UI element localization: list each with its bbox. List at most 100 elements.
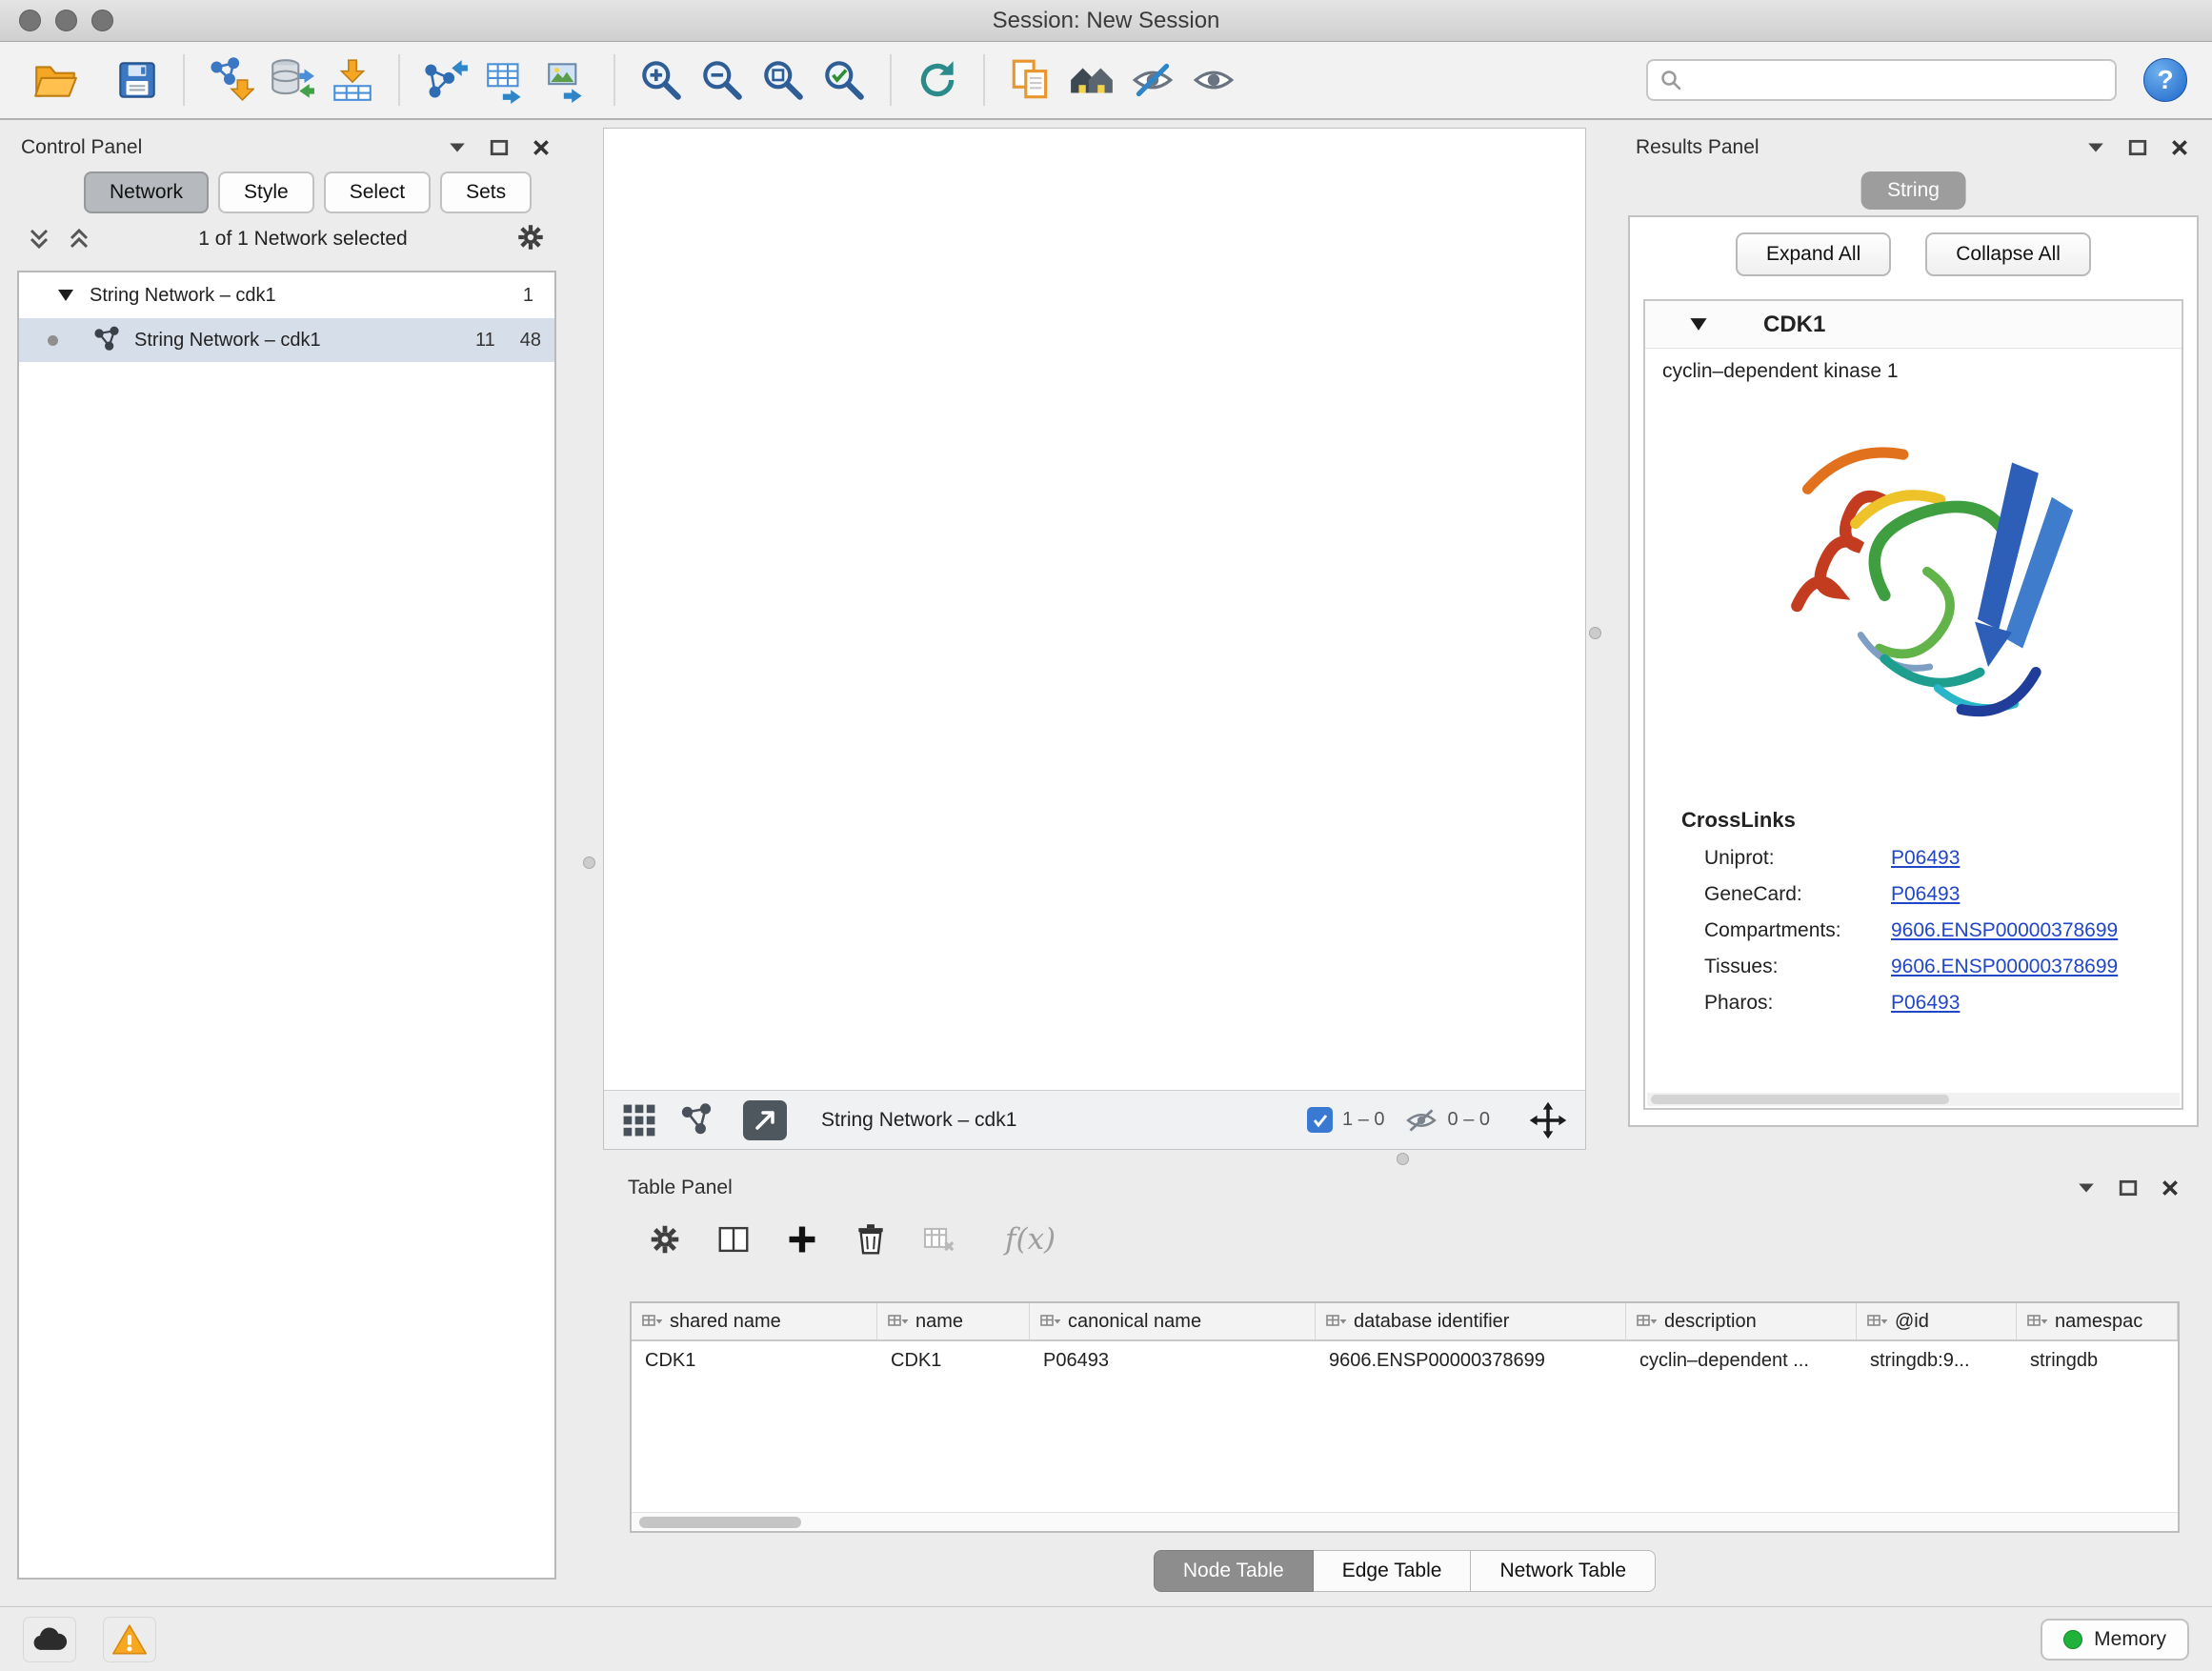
import-network-database-button[interactable] — [261, 50, 322, 111]
column-sort-icon — [2026, 1311, 2047, 1332]
table-options-button[interactable] — [645, 1219, 685, 1259]
import-table-file-button[interactable] — [322, 50, 383, 111]
network-options-button[interactable] — [514, 221, 547, 258]
right-splitter-handle[interactable] — [1589, 627, 1601, 639]
show-columns-button[interactable] — [714, 1219, 754, 1259]
refresh-button[interactable] — [907, 50, 968, 111]
table-cell[interactable]: CDK1 — [632, 1341, 877, 1381]
float-results-button[interactable] — [2126, 136, 2149, 159]
node-count: 11 — [475, 330, 495, 352]
close-table-panel-button[interactable] — [2159, 1177, 2182, 1199]
tab-network-table[interactable]: Network Table — [1471, 1550, 1656, 1592]
close-panel-button[interactable] — [530, 136, 553, 159]
network-row-selected[interactable]: String Network – cdk1 11 48 — [19, 318, 554, 362]
collapse-results-button[interactable] — [2084, 136, 2107, 159]
gear-icon — [647, 1221, 683, 1258]
network-canvas[interactable] — [604, 129, 1585, 1090]
zoom-window-button[interactable] — [91, 10, 113, 31]
export-image-button[interactable] — [537, 50, 598, 111]
close-window-button[interactable] — [19, 10, 41, 31]
gene-box-scrollbar[interactable] — [1647, 1093, 2180, 1106]
table-cell[interactable]: cyclin–dependent ... — [1626, 1341, 1857, 1381]
home-button[interactable] — [1061, 50, 1122, 111]
hidden-edges-icon[interactable] — [1404, 1106, 1438, 1135]
export-table-button[interactable] — [476, 50, 537, 111]
network-overview-icon[interactable] — [678, 1102, 714, 1138]
memory-button[interactable]: Memory — [2041, 1619, 2189, 1661]
close-results-button[interactable] — [2168, 136, 2191, 159]
zoom-fit-button[interactable] — [753, 50, 814, 111]
open-session-button[interactable] — [25, 50, 86, 111]
collection-count: 1 — [523, 285, 533, 307]
minimize-window-button[interactable] — [55, 10, 77, 31]
zoom-selected-icon — [820, 56, 868, 104]
table-horizontal-scrollbar[interactable] — [632, 1512, 2178, 1531]
function-builder-button[interactable]: f(x) — [1005, 1222, 1056, 1257]
tree-expander-icon[interactable] — [57, 289, 74, 302]
tab-string[interactable]: String — [1860, 171, 1966, 210]
crosslink-value-link[interactable]: 9606.ENSP00000378699 — [1891, 956, 2118, 978]
column-header-namespac[interactable]: namespac — [2017, 1303, 2178, 1339]
column-header--id[interactable]: @id — [1857, 1303, 2017, 1339]
network-collection-row[interactable]: String Network – cdk1 1 — [19, 272, 554, 318]
tab-select[interactable]: Select — [324, 171, 431, 213]
add-column-button[interactable] — [782, 1219, 822, 1259]
pan-crosshair-icon[interactable] — [1528, 1100, 1568, 1140]
table-cell[interactable]: stringdb — [2017, 1341, 2178, 1381]
collapse-gene-icon[interactable] — [1689, 317, 1708, 332]
table-panel: Table Panel f(x) shared namenamecanonica… — [616, 1168, 2193, 1594]
left-splitter-handle[interactable] — [583, 856, 595, 869]
selected-nodes-icon[interactable] — [1307, 1107, 1333, 1133]
crosslink-value-link[interactable]: P06493 — [1891, 847, 1960, 870]
search-input[interactable] — [1692, 70, 2103, 91]
table-cell[interactable]: stringdb:9... — [1857, 1341, 2017, 1381]
expand-all-button[interactable]: Expand All — [1736, 232, 1891, 276]
hide-graphics-button[interactable] — [1122, 50, 1183, 111]
tab-node-table[interactable]: Node Table — [1154, 1550, 1314, 1592]
expand-all-icon[interactable] — [27, 227, 51, 252]
detach-view-button[interactable] — [743, 1100, 787, 1140]
crosslink-row: GeneCard:P06493 — [1645, 876, 2182, 913]
birds-eye-view-icon[interactable] — [621, 1102, 657, 1138]
warnings-button[interactable] — [103, 1617, 156, 1662]
column-header-description[interactable]: description — [1626, 1303, 1857, 1339]
crosslink-value-link[interactable]: P06493 — [1891, 883, 1960, 906]
column-header-name[interactable]: name — [877, 1303, 1030, 1339]
float-panel-button[interactable] — [488, 136, 511, 159]
gene-header[interactable]: CDK1 — [1645, 301, 2182, 349]
save-session-button[interactable] — [107, 50, 168, 111]
column-header-canonical-name[interactable]: canonical name — [1030, 1303, 1316, 1339]
zoom-selected-button[interactable] — [814, 50, 875, 111]
help-button[interactable]: ? — [2143, 58, 2187, 102]
column-header-shared-name[interactable]: shared name — [632, 1303, 877, 1339]
table-cell[interactable]: P06493 — [1030, 1341, 1316, 1381]
export-network-button[interactable] — [415, 50, 476, 111]
table-cell[interactable]: CDK1 — [877, 1341, 1030, 1381]
float-table-panel-button[interactable] — [2117, 1177, 2140, 1199]
table-cell[interactable]: 9606.ENSP00000378699 — [1316, 1341, 1626, 1381]
zoom-in-button[interactable] — [631, 50, 692, 111]
tab-network[interactable]: Network — [84, 171, 209, 213]
tab-style[interactable]: Style — [218, 171, 314, 213]
import-network-file-button[interactable] — [200, 50, 261, 111]
table-row[interactable]: CDK1CDK1P064939606.ENSP00000378699cyclin… — [632, 1341, 2178, 1381]
cloud-status-button[interactable] — [23, 1617, 76, 1662]
bottom-splitter-handle[interactable] — [1397, 1153, 1409, 1165]
delete-table-icon — [921, 1221, 957, 1258]
collapse-all-icon[interactable] — [67, 227, 91, 252]
collapse-panel-button[interactable] — [446, 136, 469, 159]
import-table-icon — [329, 56, 376, 104]
zoom-out-button[interactable] — [692, 50, 753, 111]
collapse-all-button[interactable]: Collapse All — [1925, 232, 2091, 276]
crosslink-value-link[interactable]: 9606.ENSP00000378699 — [1891, 919, 2118, 942]
tab-sets[interactable]: Sets — [440, 171, 532, 213]
tab-edge-table[interactable]: Edge Table — [1314, 1550, 1472, 1592]
show-graphics-button[interactable] — [1183, 50, 1244, 111]
crosslink-value-link[interactable]: P06493 — [1891, 992, 1960, 1015]
status-bar: Memory — [0, 1606, 2212, 1671]
column-header-database-identifier[interactable]: database identifier — [1316, 1303, 1626, 1339]
copy-button[interactable] — [1000, 50, 1061, 111]
scrollbar-thumb[interactable] — [639, 1517, 801, 1528]
collapse-table-panel-button[interactable] — [2075, 1177, 2098, 1199]
delete-column-button[interactable] — [851, 1219, 891, 1259]
